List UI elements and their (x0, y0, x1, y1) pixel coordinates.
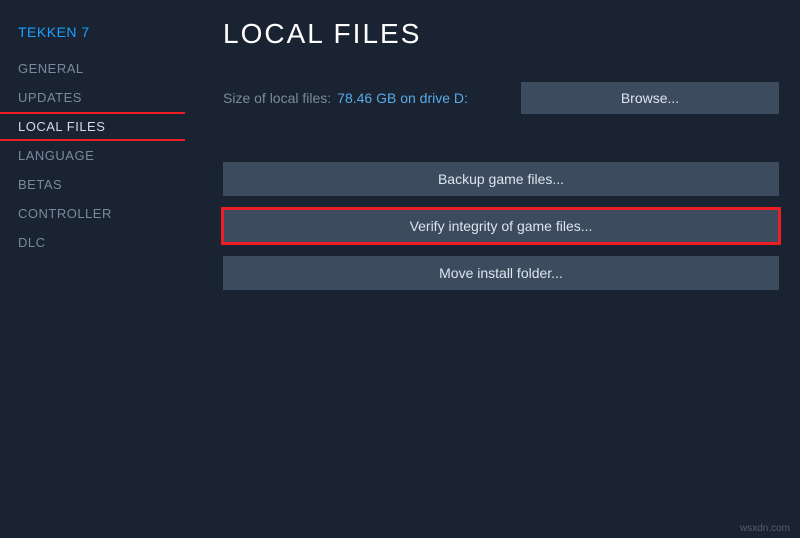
sidebar-item-language[interactable]: LANGUAGE (0, 141, 185, 170)
sidebar-item-controller[interactable]: CONTROLLER (0, 199, 185, 228)
sidebar-nav: GENERAL UPDATES LOCAL FILES LANGUAGE BETAS CO… (0, 54, 185, 257)
action-buttons: Backup game files... Verify integrity of … (223, 162, 779, 290)
sidebar-item-betas[interactable]: BETAS (0, 170, 185, 199)
sidebar-item-label: BETAS (18, 177, 62, 192)
sidebar-item-label: DLC (18, 235, 46, 250)
sidebar-item-label: CONTROLLER (18, 206, 112, 221)
move-button[interactable]: Move install folder... (223, 256, 779, 290)
backup-button[interactable]: Backup game files... (223, 162, 779, 196)
sidebar-item-label: GENERAL (18, 61, 84, 76)
page-title: LOCAL FILES (223, 18, 779, 50)
sidebar-item-label: LANGUAGE (18, 148, 94, 163)
sidebar-item-updates[interactable]: UPDATES (0, 83, 185, 112)
browse-button[interactable]: Browse... (521, 82, 779, 114)
sidebar-item-label: LOCAL FILES (18, 119, 105, 134)
size-row: Size of local files: 78.46 GB on drive D… (223, 82, 779, 114)
sidebar: TEKKEN 7 GENERAL UPDATES LOCAL FILES LANGUA… (0, 0, 185, 538)
sidebar-item-local-files[interactable]: LOCAL FILES (0, 112, 185, 141)
main-panel: LOCAL FILES Size of local files: 78.46 G… (185, 0, 800, 538)
sidebar-item-dlc[interactable]: DLC (0, 228, 185, 257)
sidebar-item-label: UPDATES (18, 90, 82, 105)
watermark: wsxdn.com (740, 523, 790, 534)
size-label: Size of local files: (223, 90, 331, 106)
verify-button[interactable]: Verify integrity of game files... (223, 209, 779, 243)
game-title: TEKKEN 7 (0, 18, 185, 54)
size-value: 78.46 GB on drive D: (337, 90, 515, 106)
sidebar-item-general[interactable]: GENERAL (0, 54, 185, 83)
